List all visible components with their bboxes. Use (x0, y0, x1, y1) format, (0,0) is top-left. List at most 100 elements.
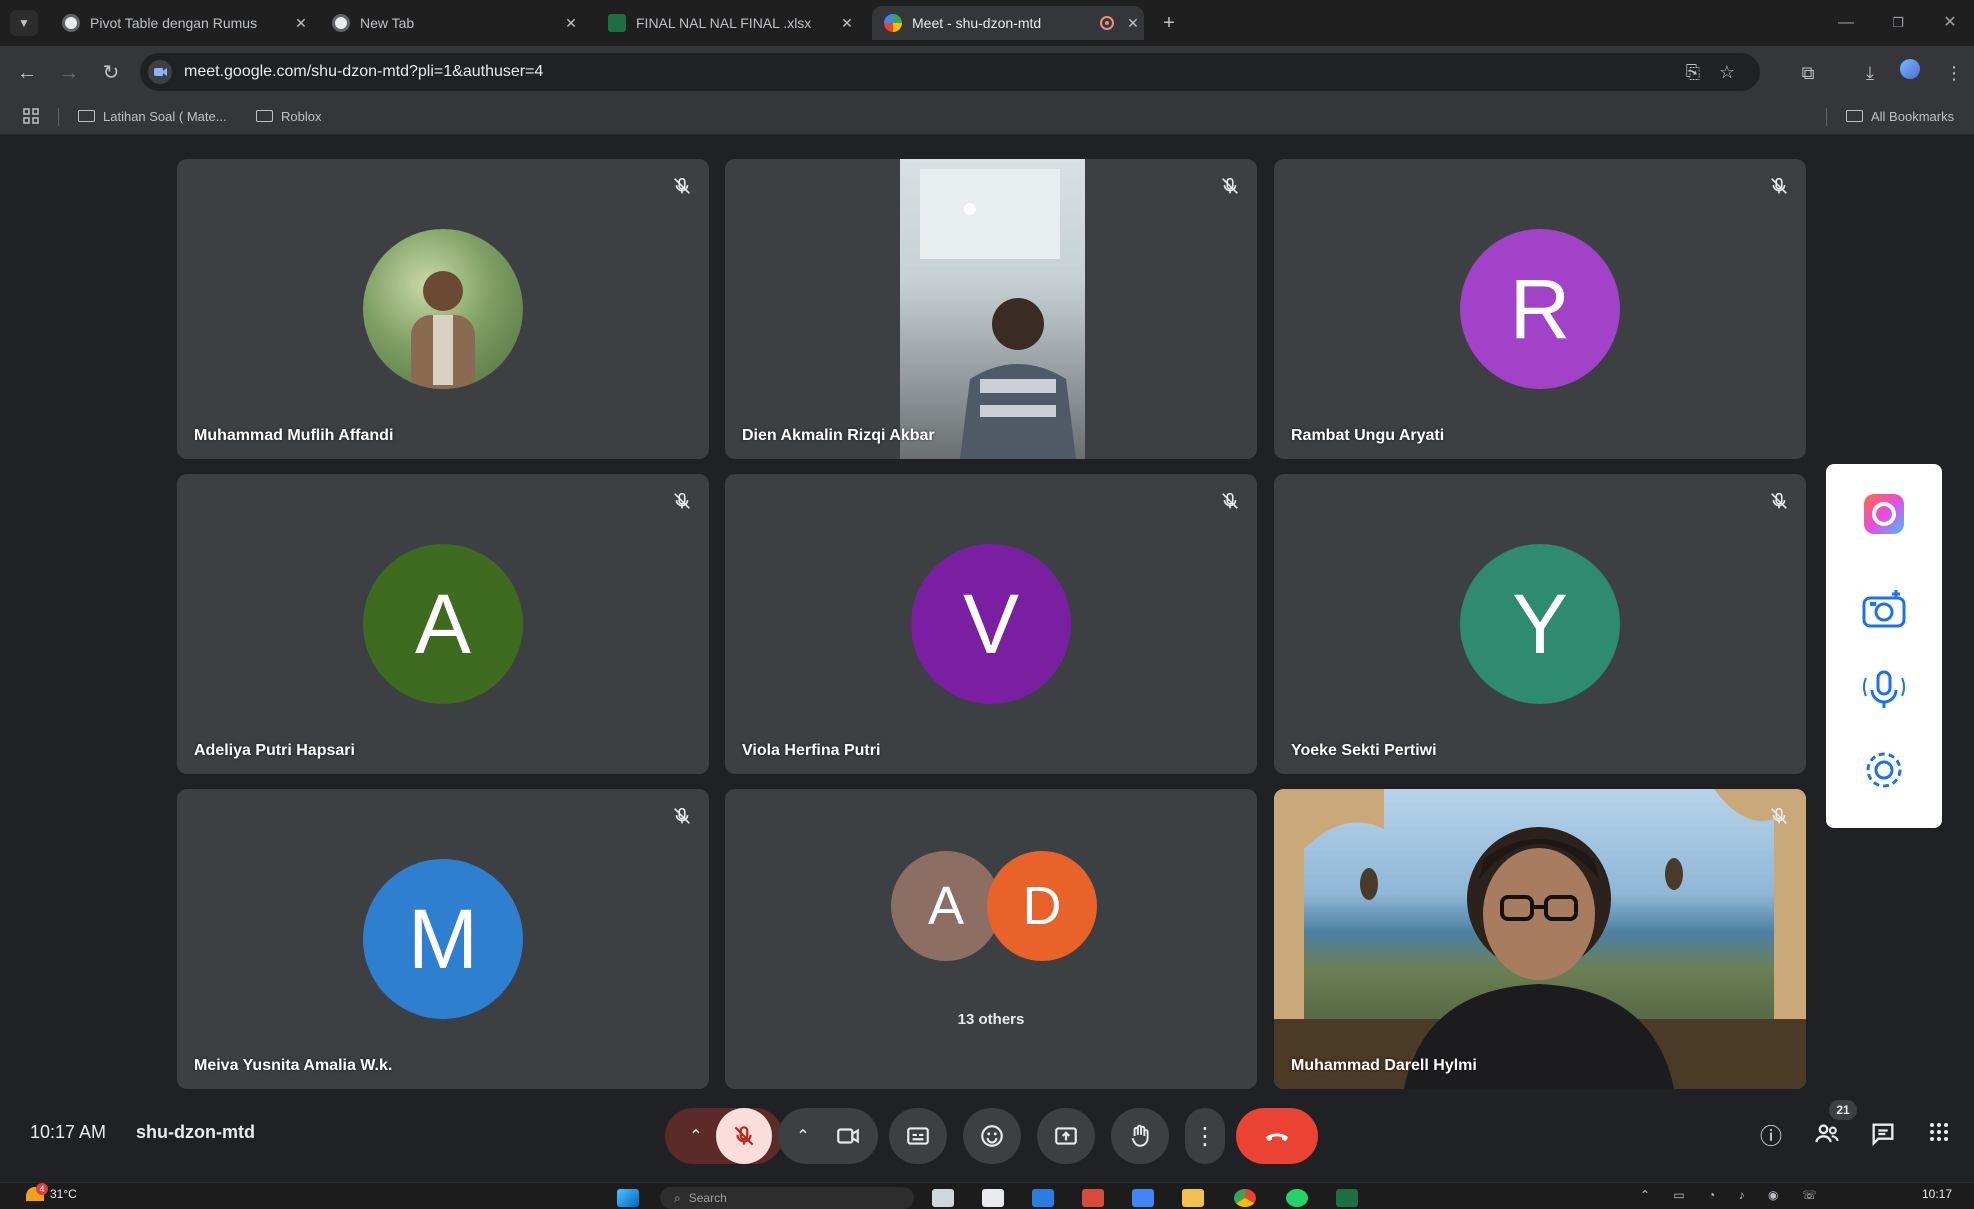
meeting-info-icon[interactable]: ⓘ (1754, 1120, 1788, 1154)
meeting-stage: Muhammad Muflih Affandi Dien Akmalin Riz… (0, 135, 1974, 1185)
bookmarks-divider (58, 108, 59, 126)
participant-tile[interactable]: Y Yoeke Sekti Pertiwi (1274, 474, 1806, 774)
camera-control-group: ⌃ (778, 1108, 878, 1164)
bookmark-roblox[interactable]: Roblox (256, 106, 321, 126)
tab-pivot-table[interactable]: Pivot Table dengan Rumus ✕ (50, 6, 312, 40)
participant-avatar: Y (1460, 544, 1620, 704)
excel-taskbar-icon[interactable] (1336, 1189, 1358, 1207)
participant-tile[interactable]: Dien Akmalin Rizqi Akbar (725, 159, 1257, 459)
people-icon[interactable] (1810, 1120, 1844, 1154)
meeting-controls: 10:17 AM shu-dzon-mtd ⌃ ⌃ ⋮ ⓘ 21 (0, 1100, 1974, 1170)
meet-icon (884, 14, 902, 32)
microphone-icon[interactable] (1860, 666, 1908, 714)
weather-temp: 31°C (50, 1187, 77, 1201)
mic-off-button[interactable] (716, 1108, 772, 1164)
close-tab-icon[interactable]: ✕ (560, 15, 582, 32)
participant-tile[interactable]: A Adeliya Putri Hapsari (177, 474, 709, 774)
camera-button[interactable] (823, 1123, 873, 1149)
tab-title: Pivot Table dengan Rumus (90, 15, 258, 31)
taskbar-clock[interactable]: 10:17 (1922, 1187, 1952, 1201)
close-tab-icon[interactable]: ✕ (836, 15, 858, 32)
app-logo-icon[interactable] (1860, 490, 1908, 538)
all-bookmarks[interactable]: All Bookmarks (1846, 106, 1954, 126)
hand-icon (1131, 1124, 1149, 1147)
notepad-icon[interactable] (982, 1189, 1004, 1207)
weather-widget[interactable]: 4 31°C (26, 1183, 77, 1201)
tab-new-tab[interactable]: New Tab ✕ (320, 6, 582, 40)
chrome-taskbar-icon[interactable] (1234, 1189, 1256, 1207)
download-icon[interactable]: ⤓ (1856, 59, 1884, 87)
bookmarks-divider (1826, 108, 1827, 126)
participant-tile[interactable]: R Rambat Ungu Aryati (1274, 159, 1806, 459)
chat-icon[interactable] (1866, 1120, 1900, 1154)
search-placeholder: Search (688, 1191, 727, 1205)
bookmark-label: Latihan Soal ( Mate... (103, 108, 227, 124)
participant-tile[interactable]: M Meiva Yusnita Amalia W.k. (177, 789, 709, 1089)
mic-off-icon (734, 1126, 754, 1146)
bookmarks-bar: Latihan Soal ( Mate... Roblox All Bookma… (0, 98, 1974, 135)
folder-icon (1846, 110, 1863, 122)
reactions-button[interactable] (963, 1108, 1021, 1164)
more-options-button[interactable]: ⋮ (1185, 1108, 1225, 1164)
participant-avatar: A (363, 544, 523, 704)
video-options-chevron-icon[interactable]: ⌃ (783, 1126, 823, 1146)
participant-video (900, 159, 1085, 459)
participant-tile[interactable]: Muhammad Darell Hylmi (1274, 789, 1806, 1089)
meeting-code[interactable]: shu-dzon-mtd (136, 1122, 255, 1143)
restore-icon[interactable]: ❐ (1878, 8, 1918, 38)
calendar-icon[interactable] (1132, 1189, 1154, 1207)
whatsapp-icon[interactable] (1286, 1189, 1308, 1207)
file-explorer-icon[interactable] (1182, 1189, 1204, 1207)
site-info-icon[interactable] (148, 60, 172, 84)
translate-icon[interactable]: ⎘ (1682, 61, 1704, 83)
participant-tile[interactable]: Muhammad Muflih Affandi (177, 159, 709, 459)
weather-badge: 4 (36, 1183, 48, 1195)
others-avatar: D (987, 851, 1097, 961)
tab-excel-file[interactable]: FINAL NAL NAL FINAL .xlsx ✕ (596, 6, 858, 40)
back-icon[interactable]: ← (12, 58, 42, 88)
reload-icon[interactable]: ↻ (96, 58, 126, 88)
taskbar-search[interactable]: ⌕ Search (660, 1187, 914, 1209)
all-bookmarks-label: All Bookmarks (1871, 108, 1955, 124)
mic-off-icon (1771, 807, 1787, 824)
url-text: meet.google.com/shu-dzon-mtd?pli=1&authu… (184, 63, 544, 80)
store-icon[interactable] (1032, 1189, 1054, 1207)
leave-call-button[interactable] (1236, 1108, 1318, 1164)
participant-tile[interactable]: V Viola Herfina Putri (725, 474, 1257, 774)
chrome-icon (62, 14, 80, 32)
tab-search-button[interactable]: ▼ (10, 10, 38, 36)
bookmark-latihan-soal[interactable]: Latihan Soal ( Mate... (78, 106, 227, 126)
minimize-icon[interactable]: — (1826, 8, 1866, 38)
raise-hand-button[interactable] (1111, 1108, 1169, 1164)
present-button[interactable] (1037, 1108, 1095, 1164)
folder-icon (256, 110, 273, 122)
mic-off-icon (674, 807, 690, 824)
chrome-icon (332, 14, 350, 32)
address-bar[interactable]: meet.google.com/shu-dzon-mtd?pli=1&authu… (140, 53, 1760, 91)
window-close-icon[interactable]: ✕ (1930, 8, 1970, 38)
windows-start-icon[interactable] (617, 1189, 639, 1207)
new-tab-button[interactable]: + (1156, 10, 1182, 36)
tab-meet[interactable]: Meet - shu-dzon-mtd ✕ (872, 6, 1144, 40)
audio-options-chevron-icon[interactable]: ⌃ (676, 1126, 716, 1146)
activities-grid-icon[interactable] (1922, 1120, 1956, 1154)
close-tab-icon[interactable]: ✕ (290, 15, 312, 32)
browser-menu-icon[interactable]: ⋮ (1940, 59, 1968, 87)
extensions-icon[interactable]: ⧉ (1794, 59, 1822, 87)
participant-name: Muhammad Muflih Affandi (194, 427, 394, 444)
participant-name: Adeliya Putri Hapsari (194, 742, 355, 759)
system-tray[interactable]: ⌃ ▭ ◔ ♪ ◉ ☏ (1640, 1188, 1827, 1202)
apps-grid-icon[interactable] (22, 106, 40, 126)
settings-gear-icon[interactable] (1860, 746, 1908, 794)
participant-name: Muhammad Darell Hylmi (1291, 1057, 1477, 1074)
forward-icon[interactable]: → (54, 58, 84, 88)
app-icon[interactable] (1082, 1189, 1104, 1207)
camera-add-icon[interactable] (1860, 586, 1908, 634)
captions-button[interactable] (889, 1108, 947, 1164)
bookmark-star-icon[interactable]: ☆ (1716, 61, 1738, 83)
close-tab-icon[interactable]: ✕ (1122, 15, 1144, 32)
profile-icon[interactable] (1896, 59, 1924, 87)
task-view-icon[interactable] (932, 1189, 954, 1207)
others-tile[interactable]: A D 13 others (725, 789, 1257, 1089)
participant-name: Rambat Ungu Aryati (1291, 427, 1445, 444)
